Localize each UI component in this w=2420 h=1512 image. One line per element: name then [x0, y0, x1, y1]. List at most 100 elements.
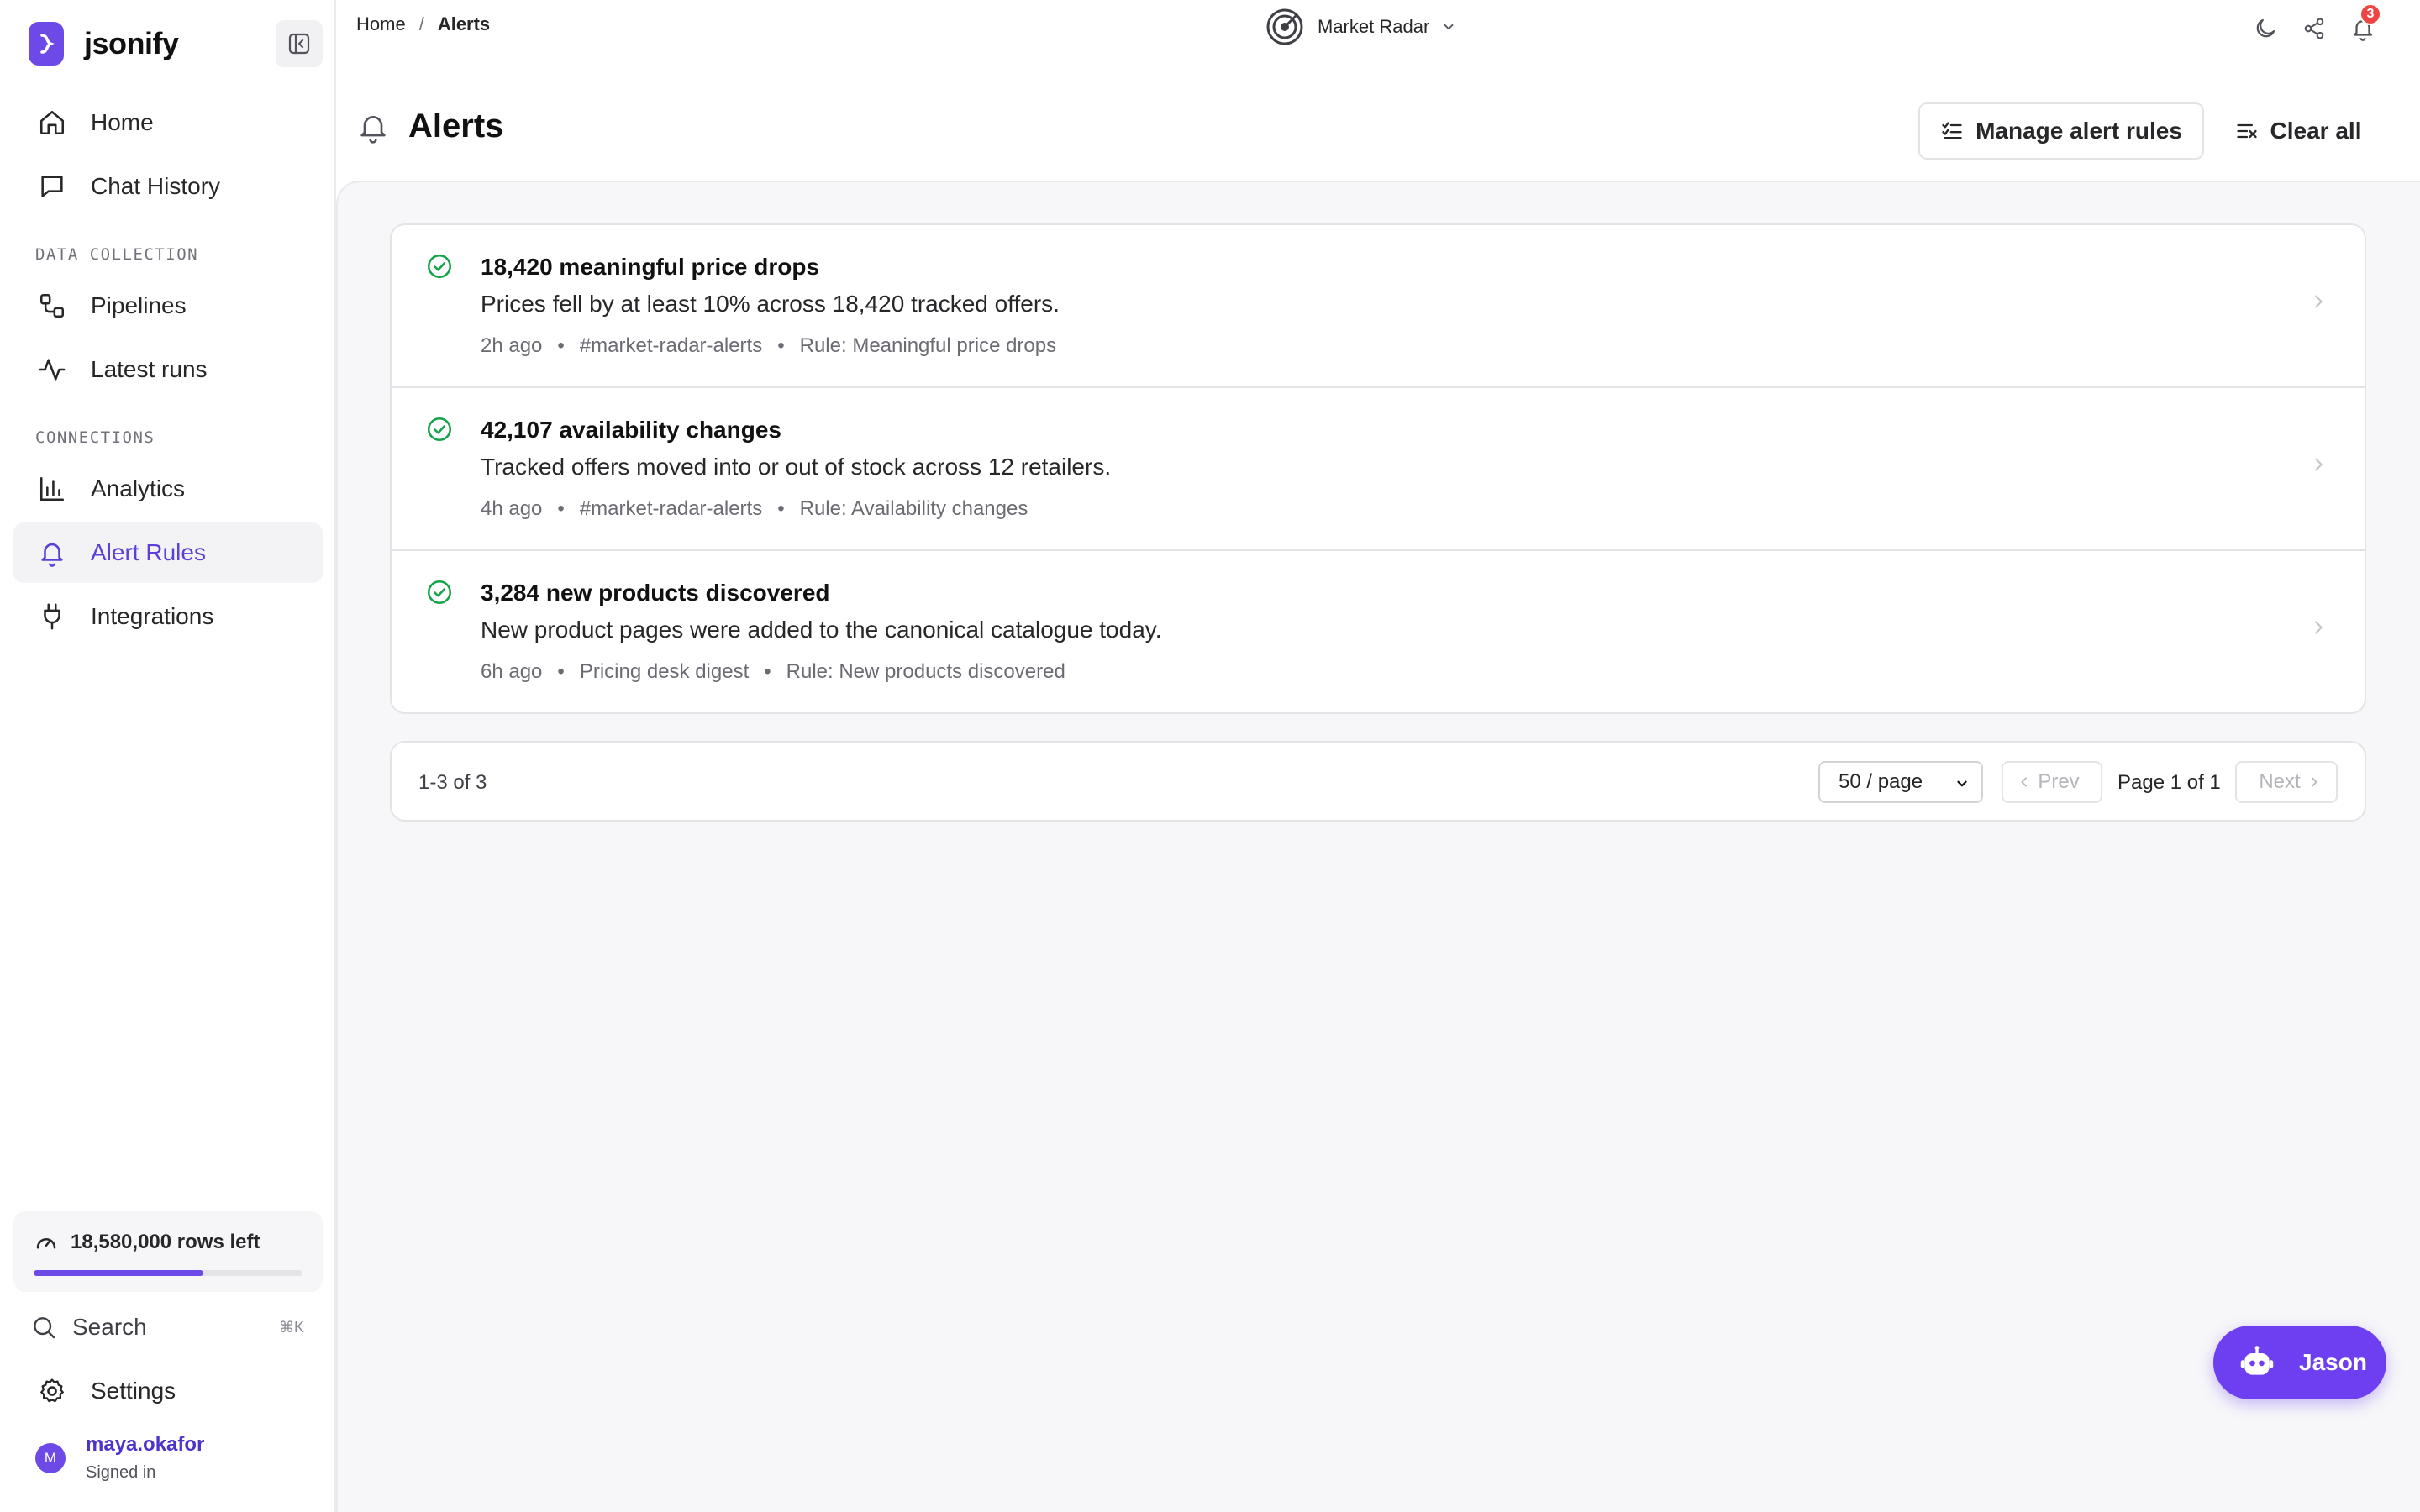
alert-rule: Rule: Availability changes [799, 497, 1028, 520]
sidebar-item-label: Chat History [91, 173, 221, 199]
sidebar-item-label: Latest runs [91, 356, 208, 382]
alert-list: 18,420 meaningful price drops Prices fel… [390, 223, 2366, 714]
breadcrumb: Home / Alerts [356, 13, 490, 35]
sidebar-item-label: Integrations [91, 603, 214, 629]
page-size-value: 50 / page [1839, 770, 1923, 793]
sidebar-item-home[interactable]: Home [13, 92, 323, 153]
sidebar-item-latest-runs[interactable]: Latest runs [13, 339, 323, 400]
alert-description: Tracked offers moved into or out of stoc… [481, 454, 1112, 480]
manage-alert-rules-label: Manage alert rules [1975, 118, 2182, 144]
user-name: maya.okafor [86, 1433, 205, 1456]
bell-icon [356, 110, 390, 144]
next-page-button[interactable]: Next [2235, 761, 2338, 803]
chevron-right-icon [2307, 775, 2321, 789]
alert-channel: #market-radar-alerts [579, 497, 763, 520]
alert-title: 42,107 availability changes [481, 417, 781, 443]
alert-time: 2h ago [481, 334, 543, 357]
alert-time: 6h ago [481, 660, 543, 683]
sidebar-collapse-icon [288, 33, 310, 55]
alert-meta: 6h ago • Pricing desk digest • Rule: New… [481, 660, 1065, 683]
brand-name: jsonify [84, 26, 179, 60]
sidebar-item-label: Home [91, 109, 154, 135]
usage-progress-bar [34, 1270, 302, 1276]
breadcrumb-separator: / [418, 13, 424, 34]
alert-meta: 4h ago • #market-radar-alerts • Rule: Av… [481, 497, 1028, 520]
radar-icon [1265, 8, 1304, 46]
sidebar-item-chat-history[interactable]: Chat History [13, 156, 323, 217]
moon-icon [2256, 18, 2275, 38]
breadcrumb-home-link[interactable]: Home [356, 13, 406, 35]
search-icon [30, 1314, 57, 1341]
alert-meta: 2h ago • #market-radar-alerts • Rule: Me… [481, 334, 1057, 357]
share-icon [2304, 18, 2324, 39]
section-label-data-collection: DATA COLLECTION [35, 245, 199, 264]
check-circle-icon [425, 578, 454, 606]
chevron-down-icon [1954, 776, 1970, 791]
home-icon [35, 106, 69, 139]
pagination-bar: 1-3 of 3 50 / page Prev Page 1 of 1 Next [390, 741, 2366, 822]
user-status: Signed in [86, 1463, 156, 1482]
notifications-button[interactable]: 3 [2346, 3, 2381, 45]
alert-item[interactable]: 18,420 meaningful price drops Prices fel… [392, 225, 2365, 388]
usage-text: 18,580,000 rows left [71, 1231, 260, 1253]
prev-page-label: Prev [2038, 770, 2080, 793]
assistant-name: Jason [2299, 1349, 2367, 1375]
clear-all-label: Clear all [2270, 118, 2362, 144]
usage-progress-fill [34, 1270, 203, 1276]
assistant-chat-button[interactable]: Jason [2213, 1326, 2386, 1399]
pipelines-icon [35, 289, 69, 323]
chevron-left-icon [2018, 775, 2031, 789]
chat-icon [35, 170, 69, 203]
chevron-right-icon [2309, 292, 2328, 311]
sidebar-item-integrations[interactable]: Integrations [13, 586, 323, 647]
page-header: Alerts [356, 108, 503, 145]
clear-all-button[interactable]: Clear all [2227, 102, 2370, 160]
workspace-name: Market Radar [1318, 16, 1430, 37]
theme-toggle-button[interactable] [2249, 12, 2282, 45]
alert-rule: Rule: Meaningful price drops [799, 334, 1057, 357]
sidebar-search[interactable]: Search ⌘K [13, 1297, 323, 1357]
sidebar-item-alert-rules[interactable]: Alert Rules [13, 522, 323, 583]
top-actions: 3 [2233, 3, 2381, 45]
alert-item[interactable]: 3,284 new products discovered New produc… [392, 551, 2365, 712]
sidebar-item-pipelines[interactable]: Pipelines [13, 276, 323, 336]
prev-page-button[interactable]: Prev [2002, 761, 2102, 803]
share-button[interactable] [2297, 12, 2331, 45]
gauge-icon [34, 1230, 59, 1255]
check-circle-icon [425, 415, 454, 444]
usage-card[interactable]: 18,580,000 rows left [13, 1211, 323, 1292]
alert-title: 18,420 meaningful price drops [481, 254, 820, 280]
sidebar-item-analytics[interactable]: Analytics [13, 459, 323, 519]
sidebar-item-label: Settings [91, 1378, 176, 1404]
sidebar-item-settings[interactable]: Settings [13, 1361, 323, 1421]
alert-item[interactable]: 42,107 availability changes Tracked offe… [392, 388, 2365, 551]
alert-description: Prices fell by at least 10% across 18,42… [481, 291, 1060, 317]
chevron-right-icon [2309, 455, 2328, 474]
bar-chart-icon [35, 472, 69, 506]
sidebar-item-label: Analytics [91, 475, 186, 501]
page-size-select[interactable]: 50 / page [1818, 761, 1983, 803]
plug-icon [35, 600, 69, 633]
alert-title: 3,284 new products discovered [481, 580, 830, 606]
user-profile[interactable]: M maya.okafor Signed in [35, 1433, 204, 1483]
sidebar-item-label: Alert Rules [91, 539, 206, 565]
page-indicator: Page 1 of 1 [2118, 771, 2221, 794]
check-circle-icon [425, 252, 454, 281]
brand[interactable]: jsonify [29, 22, 179, 66]
pagination-range: 1-3 of 3 [418, 771, 487, 794]
breadcrumb-current: Alerts [437, 13, 491, 34]
chevron-right-icon [2309, 618, 2328, 637]
sidebar: jsonify Home Chat History DATA COLLECTIO… [0, 0, 336, 1512]
robot-icon [2238, 1344, 2275, 1381]
alert-time: 4h ago [481, 497, 543, 520]
page-title: Alerts [408, 108, 504, 144]
manage-alert-rules-button[interactable]: Manage alert rules [1918, 102, 2204, 160]
workspace-switcher[interactable]: Market Radar [1265, 7, 1456, 47]
notification-count-badge: 3 [2360, 3, 2381, 25]
avatar: M [35, 1442, 66, 1473]
alert-channel: Pricing desk digest [579, 660, 750, 683]
clear-list-icon [2235, 119, 2259, 143]
list-check-icon [1940, 119, 1964, 143]
alert-channel: #market-radar-alerts [579, 334, 763, 357]
collapse-sidebar-button[interactable] [276, 20, 323, 67]
